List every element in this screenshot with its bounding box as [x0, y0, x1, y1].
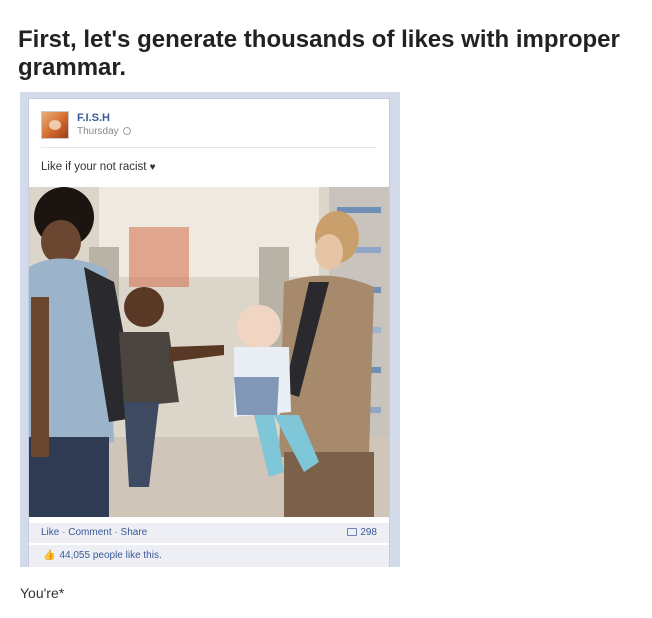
comment-count-link[interactable]: 298 — [347, 527, 377, 538]
page-name-link[interactable]: F.I.S.H — [77, 112, 110, 124]
post-actions: Like · Comment · Share — [41, 527, 147, 538]
comment-link[interactable]: Comment — [68, 527, 111, 538]
header-divider — [41, 147, 377, 148]
share-link[interactable]: Share — [121, 527, 148, 538]
post-action-bar: Like · Comment · Share 298 — [29, 523, 389, 543]
likes-summary[interactable]: 👍 44,055 people like this. — [43, 550, 162, 561]
post-status-text: Like if your not racist — [41, 161, 147, 173]
action-separator: · — [114, 527, 118, 538]
post-timestamp: Thursday — [77, 126, 131, 137]
article-headline: First, let's generate thousands of likes… — [18, 26, 620, 81]
comment-count-text: 298 — [360, 527, 377, 538]
post-time-text[interactable]: Thursday — [77, 126, 119, 137]
heart-icon: ♥ — [149, 162, 156, 173]
post-photo-illustration — [29, 187, 389, 517]
facebook-post-card: F.I.S.H Thursday Like if your not racist… — [28, 98, 390, 567]
comment-icon — [347, 528, 358, 536]
facebook-post-screenshot: F.I.S.H Thursday Like if your not racist… — [20, 92, 400, 567]
action-separator: · — [62, 527, 66, 538]
globe-icon — [122, 127, 131, 135]
likes-summary-text: 44,055 people like this. — [59, 550, 162, 561]
page-avatar[interactable] — [41, 111, 69, 139]
like-link[interactable]: Like — [41, 527, 59, 538]
post-photo[interactable] — [29, 187, 389, 517]
article-caption: You're* — [20, 585, 65, 601]
thumbs-up-icon: 👍 — [43, 550, 56, 561]
post-status: Like if your not racist ♥ — [41, 161, 156, 173]
likes-summary-bar: 👍 44,055 people like this. — [29, 545, 389, 567]
